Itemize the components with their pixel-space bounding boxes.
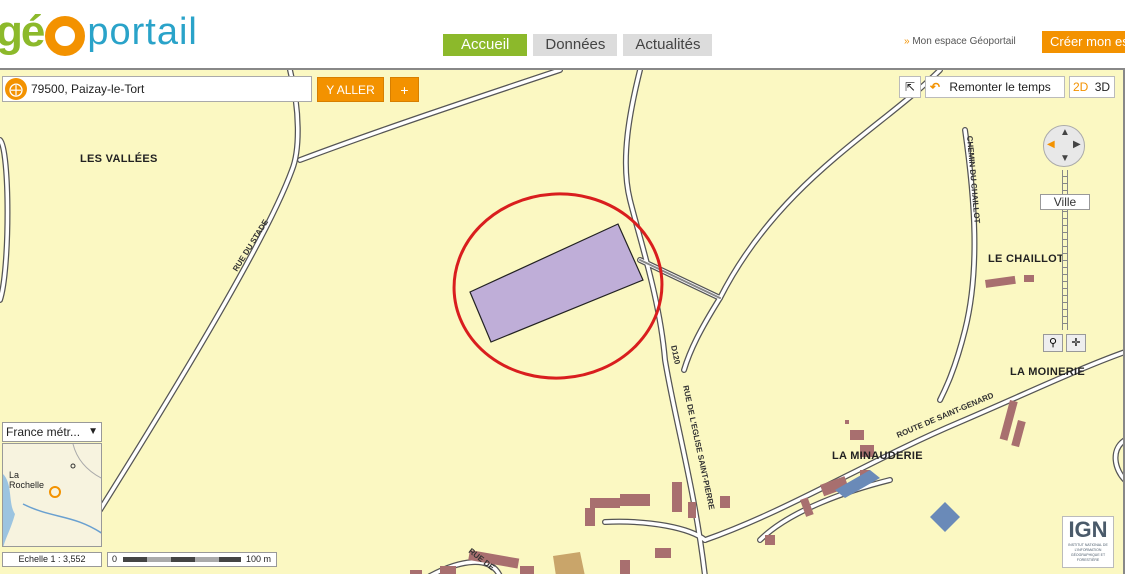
header: gé portail Accueil Données Actualités » … (0, 0, 1125, 68)
road-label-rue-eglise: RUE DE L'EGLISE SAINT-PIERRE (681, 385, 716, 512)
create-account-button[interactable]: Créer mon es (1040, 31, 1125, 53)
place-les-vallees: LES VALLÉES (80, 153, 158, 165)
scale-distance: 100 m (246, 554, 272, 564)
pan-compass-icon[interactable]: ▲ ▼ ◀ ▶ (1043, 125, 1085, 167)
search-input[interactable] (31, 82, 301, 96)
chevron-down-icon: ▼ (88, 426, 98, 437)
zoom-level-label[interactable]: Ville (1040, 194, 1090, 210)
mon-espace-label: Mon espace Géoportail (912, 36, 1016, 47)
map-layer: RUE DU STADE CHEMIN DU CHAILLOT D120 RUE… (0, 70, 1123, 574)
territory-select[interactable]: France métr... ▼ (2, 422, 102, 442)
overview-minimap[interactable]: La Rochelle (2, 443, 102, 547)
place-le-chaillot: LE CHAILLOT (988, 253, 1065, 265)
locate-icon[interactable]: ⨁ (5, 78, 27, 100)
place-la-moinerie: LA MOINERIE (1010, 366, 1086, 378)
logo-o-mark (45, 16, 86, 56)
minimap-city-label: La Rochelle (9, 470, 45, 490)
undo-arrow-icon: ↶ (930, 80, 941, 94)
go-button[interactable]: Y ALLER (317, 77, 384, 102)
geoportail-logo[interactable]: gé portail (0, 4, 198, 60)
main-nav: Accueil Données Actualités (443, 34, 713, 56)
place-la-minauderie: LA MINAUDERIE (832, 450, 923, 462)
scale-bar: 0 100 m (107, 552, 277, 567)
search-options-button[interactable]: + (390, 77, 419, 102)
tab-actualites[interactable]: Actualités (623, 34, 713, 56)
scale-ratio: Echelle 1 : 3,552 (2, 552, 102, 567)
ign-logo[interactable]: IGN INSTITUT NATIONAL DE L'INFORMATION G… (1062, 516, 1114, 568)
selected-parcel (469, 223, 644, 343)
view-2d-button[interactable]: 2D (1073, 80, 1088, 94)
scale-zero: 0 (112, 554, 118, 564)
crosshair-icon[interactable]: ✛ (1066, 334, 1086, 352)
territory-label: France métr... (6, 425, 81, 439)
tab-accueil[interactable]: Accueil (443, 34, 528, 56)
chevron-right-icon: » (904, 36, 910, 47)
search-box: ⨁ (2, 76, 312, 102)
fullscreen-icon[interactable]: ⇱ (899, 76, 921, 98)
zoom-box-icon[interactable]: ⚲ (1043, 334, 1063, 352)
scale-ruler (123, 557, 241, 562)
ign-logo-text: IGN (1068, 517, 1108, 542)
tab-donnees[interactable]: Données (533, 34, 618, 56)
view-3d-button[interactable]: 3D (1095, 80, 1110, 94)
road-label-rue-du-stade: RUE DU STADE (231, 217, 270, 273)
minimap-layer (3, 444, 101, 546)
logo-portail-text: portail (87, 11, 198, 53)
ign-full-name: INSTITUT NATIONAL DE L'INFORMATION GÉOGR… (1068, 543, 1108, 562)
mon-espace-link[interactable]: » Mon espace Géoportail (904, 36, 1016, 47)
logo-geo-text: gé (0, 7, 45, 56)
geoportail-page: gé portail Accueil Données Actualités » … (0, 0, 1125, 574)
timeline-label: Remonter le temps (949, 80, 1051, 94)
map-view[interactable]: RUE DU STADE CHEMIN DU CHAILLOT D120 RUE… (0, 68, 1125, 574)
road-label-chemin-du-chaillot: CHEMIN DU CHAILLOT (965, 135, 982, 224)
timeline-button[interactable]: ↶ Remonter le temps (925, 76, 1065, 98)
road-label-d120: D120 (669, 345, 682, 366)
view-mode-toggle: 2D 3D (1069, 76, 1115, 98)
